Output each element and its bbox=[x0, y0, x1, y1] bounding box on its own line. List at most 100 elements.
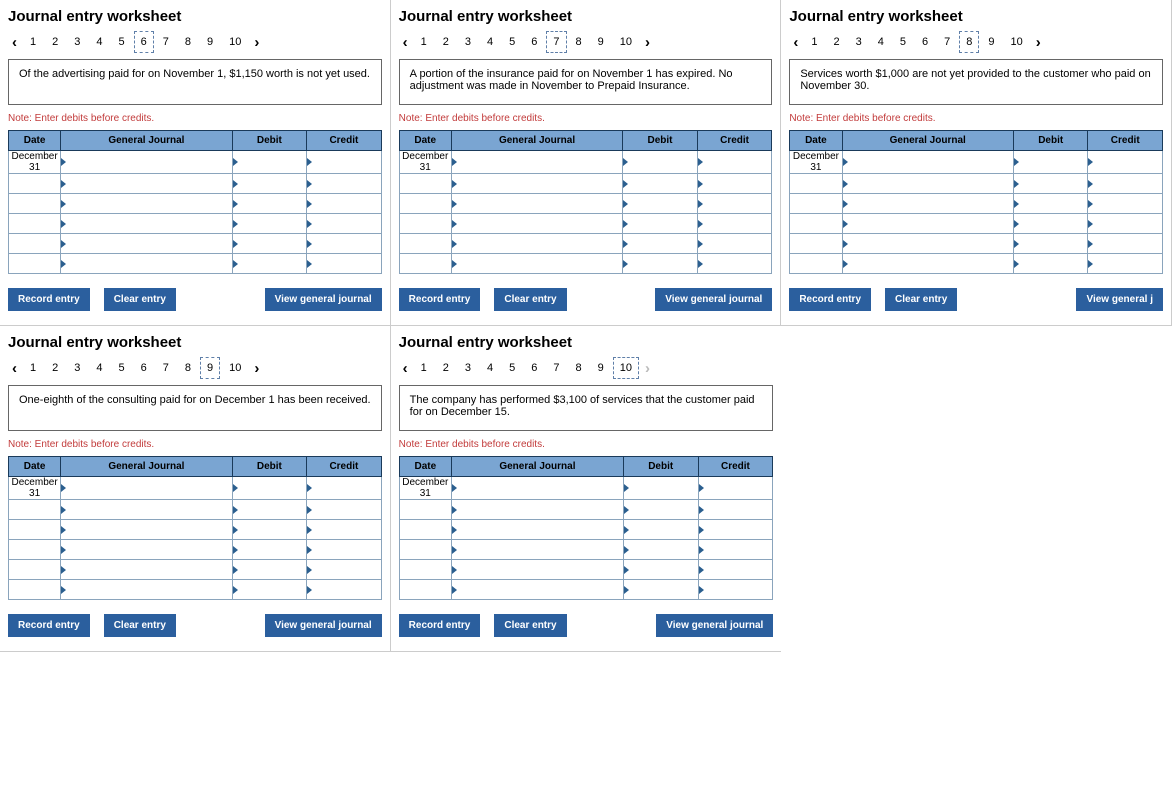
cell-date[interactable] bbox=[9, 540, 61, 560]
cell-credit[interactable] bbox=[1088, 151, 1163, 174]
cell-debit[interactable] bbox=[623, 234, 698, 254]
cell-date[interactable] bbox=[399, 580, 451, 600]
pager-tab[interactable]: 6 bbox=[134, 357, 154, 379]
clear-entry-button[interactable]: Clear entry bbox=[494, 614, 566, 637]
record-entry-button[interactable]: Record entry bbox=[789, 288, 871, 311]
chevron-left-icon[interactable]: ‹ bbox=[399, 34, 412, 51]
pager-tab[interactable]: 7 bbox=[546, 357, 566, 379]
cell-date[interactable] bbox=[9, 560, 61, 580]
cell-debit[interactable] bbox=[1013, 214, 1088, 234]
pager-tab[interactable]: 6 bbox=[915, 31, 935, 53]
cell-general-journal[interactable] bbox=[842, 151, 1013, 174]
pager-tab[interactable]: 10 bbox=[222, 31, 248, 53]
cell-general-journal[interactable] bbox=[61, 580, 232, 600]
view-general-journal-button[interactable]: View general j bbox=[1076, 288, 1163, 311]
cell-date[interactable] bbox=[399, 174, 451, 194]
chevron-right-icon[interactable]: › bbox=[641, 34, 654, 51]
cell-credit[interactable] bbox=[697, 234, 772, 254]
pager-tab[interactable]: 8 bbox=[178, 357, 198, 379]
pager-tab[interactable]: 7 bbox=[546, 31, 566, 53]
cell-credit[interactable] bbox=[698, 540, 773, 560]
cell-debit[interactable] bbox=[232, 214, 307, 234]
clear-entry-button[interactable]: Clear entry bbox=[494, 288, 566, 311]
pager-tab[interactable]: 4 bbox=[480, 357, 500, 379]
cell-debit[interactable] bbox=[232, 234, 307, 254]
pager-tab[interactable]: 3 bbox=[849, 31, 869, 53]
pager-tab[interactable]: 10 bbox=[613, 357, 639, 379]
pager-tab[interactable]: 7 bbox=[156, 31, 176, 53]
cell-general-journal[interactable] bbox=[61, 234, 232, 254]
cell-debit[interactable] bbox=[1013, 254, 1088, 274]
cell-credit[interactable] bbox=[697, 151, 772, 174]
cell-date[interactable] bbox=[790, 194, 842, 214]
cell-credit[interactable] bbox=[698, 477, 773, 500]
pager-tab[interactable]: 4 bbox=[871, 31, 891, 53]
pager-tab[interactable]: 6 bbox=[134, 31, 154, 53]
pager-tab[interactable]: 2 bbox=[826, 31, 846, 53]
pager-tab[interactable]: 4 bbox=[89, 357, 109, 379]
pager-tab[interactable]: 3 bbox=[458, 357, 478, 379]
cell-general-journal[interactable] bbox=[61, 151, 232, 174]
cell-debit[interactable] bbox=[623, 580, 698, 600]
cell-date[interactable] bbox=[790, 234, 842, 254]
cell-credit[interactable] bbox=[697, 214, 772, 234]
cell-date[interactable] bbox=[790, 214, 842, 234]
cell-date[interactable] bbox=[399, 254, 451, 274]
pager-tab[interactable]: 1 bbox=[804, 31, 824, 53]
cell-date[interactable] bbox=[9, 500, 61, 520]
cell-date[interactable] bbox=[399, 214, 451, 234]
pager-tab[interactable]: 5 bbox=[502, 31, 522, 53]
cell-date[interactable] bbox=[9, 234, 61, 254]
cell-credit[interactable] bbox=[307, 520, 382, 540]
cell-debit[interactable] bbox=[232, 520, 307, 540]
cell-debit[interactable] bbox=[623, 540, 698, 560]
pager-tab[interactable]: 5 bbox=[112, 357, 132, 379]
cell-general-journal[interactable] bbox=[61, 174, 232, 194]
cell-date[interactable] bbox=[9, 194, 61, 214]
cell-date[interactable] bbox=[790, 174, 842, 194]
cell-credit[interactable] bbox=[697, 174, 772, 194]
pager-tab[interactable]: 6 bbox=[524, 31, 544, 53]
cell-general-journal[interactable] bbox=[842, 174, 1013, 194]
cell-debit[interactable] bbox=[232, 560, 307, 580]
cell-general-journal[interactable] bbox=[61, 560, 232, 580]
pager-tab[interactable]: 2 bbox=[45, 357, 65, 379]
pager-tab[interactable]: 2 bbox=[436, 357, 456, 379]
cell-date[interactable]: December 31 bbox=[399, 151, 451, 174]
record-entry-button[interactable]: Record entry bbox=[8, 288, 90, 311]
cell-date[interactable] bbox=[399, 560, 451, 580]
chevron-right-icon[interactable]: › bbox=[250, 360, 263, 377]
pager-tab[interactable]: 2 bbox=[45, 31, 65, 53]
cell-general-journal[interactable] bbox=[451, 540, 623, 560]
cell-debit[interactable] bbox=[623, 151, 698, 174]
cell-credit[interactable] bbox=[307, 194, 382, 214]
pager-tab[interactable]: 5 bbox=[112, 31, 132, 53]
cell-credit[interactable] bbox=[1088, 254, 1163, 274]
cell-debit[interactable] bbox=[1013, 174, 1088, 194]
cell-general-journal[interactable] bbox=[451, 500, 623, 520]
record-entry-button[interactable]: Record entry bbox=[399, 288, 481, 311]
pager-tab[interactable]: 4 bbox=[480, 31, 500, 53]
cell-debit[interactable] bbox=[623, 500, 698, 520]
cell-date[interactable] bbox=[399, 540, 451, 560]
cell-debit[interactable] bbox=[623, 174, 698, 194]
clear-entry-button[interactable]: Clear entry bbox=[104, 614, 176, 637]
cell-date[interactable] bbox=[399, 194, 451, 214]
cell-date[interactable] bbox=[399, 500, 451, 520]
pager-tab[interactable]: 3 bbox=[458, 31, 478, 53]
cell-credit[interactable] bbox=[1088, 234, 1163, 254]
cell-credit[interactable] bbox=[307, 500, 382, 520]
cell-general-journal[interactable] bbox=[61, 540, 232, 560]
clear-entry-button[interactable]: Clear entry bbox=[104, 288, 176, 311]
cell-date[interactable] bbox=[399, 520, 451, 540]
pager-tab[interactable]: 9 bbox=[981, 31, 1001, 53]
cell-general-journal[interactable] bbox=[842, 214, 1013, 234]
cell-credit[interactable] bbox=[698, 520, 773, 540]
pager-tab[interactable]: 8 bbox=[178, 31, 198, 53]
cell-debit[interactable] bbox=[232, 254, 307, 274]
pager-tab[interactable]: 7 bbox=[937, 31, 957, 53]
pager-tab[interactable]: 4 bbox=[89, 31, 109, 53]
cell-general-journal[interactable] bbox=[842, 234, 1013, 254]
chevron-right-icon[interactable]: › bbox=[250, 34, 263, 51]
cell-general-journal[interactable] bbox=[61, 500, 232, 520]
